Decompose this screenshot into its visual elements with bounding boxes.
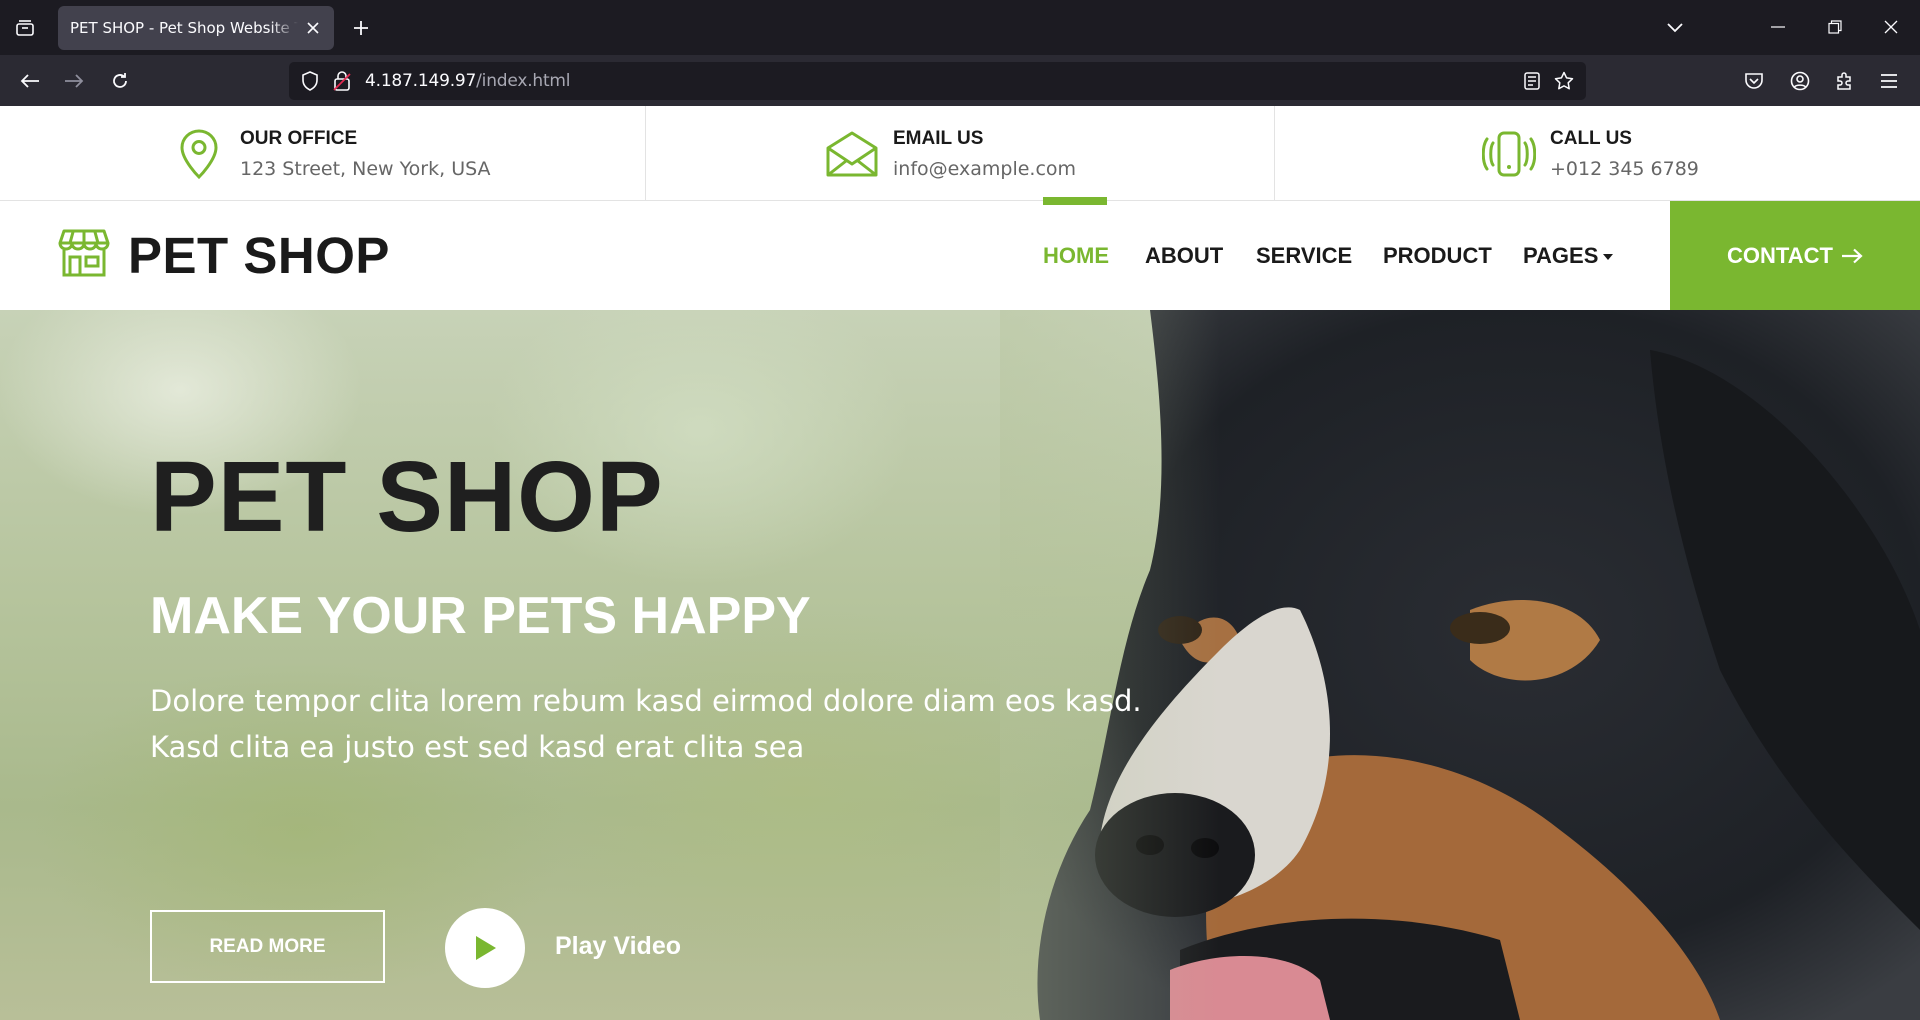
- nav-service[interactable]: SERVICE: [1256, 201, 1352, 310]
- restore-icon[interactable]: [1812, 8, 1858, 46]
- main-navigation: PET SHOP HOME ABOUT SERVICE PRODUCT PAGE…: [0, 197, 1920, 310]
- play-video-button[interactable]: [445, 908, 525, 988]
- call-label: CALL US: [1550, 127, 1632, 149]
- divider: [645, 106, 646, 201]
- tab-close-icon[interactable]: [302, 17, 324, 39]
- arrow-right-icon: [1841, 248, 1863, 263]
- contact-label: CONTACT: [1727, 242, 1833, 268]
- nav-home[interactable]: HOME: [1043, 201, 1109, 310]
- play-icon: [476, 936, 496, 960]
- insecure-lock-icon[interactable]: [331, 70, 353, 92]
- hero-subtitle: MAKE YOUR PETS HAPPY: [150, 587, 811, 645]
- url-path: /index.html: [476, 71, 571, 91]
- close-window-icon[interactable]: [1868, 8, 1914, 46]
- hero-content: PET SHOP MAKE YOUR PETS HAPPY Dolore tem…: [150, 310, 1150, 1020]
- hero-description: Dolore tempor clita lorem rebum kasd eir…: [150, 678, 1200, 770]
- nav-about[interactable]: ABOUT: [1145, 201, 1223, 310]
- browser-nav-bar: 4.187.149.97/index.html: [0, 55, 1920, 106]
- shop-icon: [58, 229, 110, 282]
- phone-vibrate-icon: [1482, 127, 1536, 181]
- office-info: OUR OFFICE 123 Street, New York, USA: [172, 106, 491, 201]
- office-address: 123 Street, New York, USA: [240, 157, 491, 180]
- tab-list-icon[interactable]: [10, 14, 40, 42]
- contact-button[interactable]: CONTACT: [1670, 201, 1920, 310]
- browser-tab-active[interactable]: PET SHOP - Pet Shop Website Template: [58, 6, 334, 50]
- contact-info-bar: OUR OFFICE 123 Street, New York, USA EMA…: [0, 106, 1920, 201]
- caret-down-icon: [1603, 253, 1614, 260]
- hero-banner: PET SHOP MAKE YOUR PETS HAPPY Dolore tem…: [0, 310, 1920, 1020]
- email-label: EMAIL US: [893, 127, 984, 149]
- divider: [1274, 106, 1275, 201]
- new-tab-icon[interactable]: [346, 14, 376, 42]
- email-info: EMAIL US info@example.com: [825, 106, 1076, 201]
- reader-view-icon[interactable]: [1521, 70, 1543, 92]
- url-host: 4.187.149.97: [365, 71, 477, 91]
- tab-title: PET SHOP - Pet Shop Website Template: [70, 19, 298, 37]
- nav-pages-dropdown[interactable]: PAGES: [1523, 201, 1614, 310]
- extensions-icon[interactable]: [1828, 65, 1860, 97]
- hero-description-line2: Kasd clita ea justo est sed kasd erat cl…: [150, 730, 805, 764]
- brand-name: PET SHOP: [128, 227, 390, 284]
- play-video-label[interactable]: Play Video: [555, 932, 681, 961]
- minimize-icon[interactable]: [1755, 8, 1801, 46]
- map-pin-icon: [172, 127, 226, 181]
- hero-description-line1: Dolore tempor clita lorem rebum kasd eir…: [150, 684, 1142, 718]
- forward-arrow-icon[interactable]: [58, 65, 90, 97]
- account-icon[interactable]: [1784, 65, 1816, 97]
- nav-product[interactable]: PRODUCT: [1383, 201, 1492, 310]
- hero-title: PET SHOP: [150, 441, 664, 553]
- chevron-down-icon[interactable]: [1660, 14, 1690, 42]
- call-info: CALL US +012 345 6789: [1482, 106, 1699, 201]
- bookmark-star-icon[interactable]: [1553, 70, 1575, 92]
- url-bar[interactable]: 4.187.149.97/index.html: [289, 62, 1586, 100]
- brand-logo[interactable]: PET SHOP: [58, 201, 390, 310]
- browser-tab-bar: PET SHOP - Pet Shop Website Template: [0, 0, 1920, 55]
- phone-number[interactable]: +012 345 6789: [1550, 158, 1699, 180]
- web-page: OUR OFFICE 123 Street, New York, USA EMA…: [0, 106, 1920, 1020]
- nav-pages-label: PAGES: [1523, 242, 1599, 268]
- shield-icon[interactable]: [299, 70, 321, 92]
- office-label: OUR OFFICE: [240, 127, 358, 149]
- pocket-icon[interactable]: [1738, 65, 1770, 97]
- read-more-button[interactable]: READ MORE: [150, 910, 385, 983]
- email-address[interactable]: info@example.com: [893, 158, 1076, 180]
- envelope-icon: [825, 127, 879, 181]
- reload-icon[interactable]: [104, 65, 136, 97]
- hamburger-menu-icon[interactable]: [1873, 65, 1905, 97]
- back-arrow-icon[interactable]: [14, 65, 46, 97]
- url-text[interactable]: 4.187.149.97/index.html: [365, 71, 571, 91]
